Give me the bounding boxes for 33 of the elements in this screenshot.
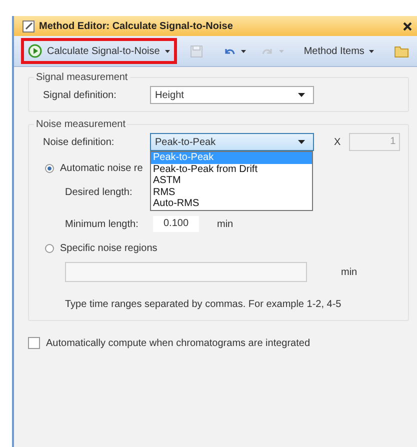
dropdown-option[interactable]: RMS bbox=[151, 186, 312, 198]
field-label: Minimum length: bbox=[65, 218, 140, 230]
radio-button[interactable] bbox=[45, 244, 54, 252]
group-title: Noise measurement bbox=[34, 119, 128, 130]
hint-text: Type time ranges separated by commas. For example 1-2, 4-5 bbox=[65, 298, 342, 310]
noise-regions-field[interactable] bbox=[65, 262, 307, 282]
dropdown-option[interactable]: ASTM bbox=[151, 175, 312, 186]
toolbar-button[interactable]: Method Items bbox=[296, 40, 382, 62]
caret-icon bbox=[298, 93, 305, 97]
checkbox[interactable] bbox=[28, 337, 40, 349]
noise-definition-dropdown[interactable]: Peak-to-Peak bbox=[150, 133, 314, 151]
edit-icon bbox=[22, 20, 35, 32]
dropdown-option[interactable]: Auto-RMS bbox=[151, 198, 312, 210]
window-title: Method Editor: Calculate Signal-to-Noise bbox=[39, 20, 233, 32]
checkbox-label: Automatically compute when chromatograms are integrated bbox=[46, 338, 310, 348]
play-icon bbox=[28, 44, 42, 58]
radio-button[interactable] bbox=[45, 164, 54, 172]
close-icon[interactable] bbox=[403, 22, 412, 30]
field-label: Noise definition: bbox=[42, 136, 116, 148]
group-title: Signal measurement bbox=[34, 72, 130, 83]
signal-definition-dropdown[interactable]: Height bbox=[150, 86, 314, 104]
caret-icon bbox=[298, 140, 305, 144]
unit-label: min bbox=[217, 218, 234, 230]
unit-label: min bbox=[341, 266, 358, 278]
dropdown-option[interactable]: Peak-to-Peak from Drift bbox=[151, 164, 312, 175]
radio-label: Automatic noise re bbox=[60, 162, 143, 174]
field-label: Desired length: bbox=[65, 186, 134, 198]
multiplier-label: X bbox=[334, 136, 341, 148]
field-label: Signal definition: bbox=[42, 90, 118, 100]
minimum-length-field[interactable]: 0.100 bbox=[153, 216, 199, 232]
folder-icon bbox=[394, 44, 410, 58]
radio-label: Specific noise regions bbox=[60, 242, 158, 254]
toolbar-button[interactable]: Calculate Signal-to-Noise bbox=[21, 38, 177, 64]
